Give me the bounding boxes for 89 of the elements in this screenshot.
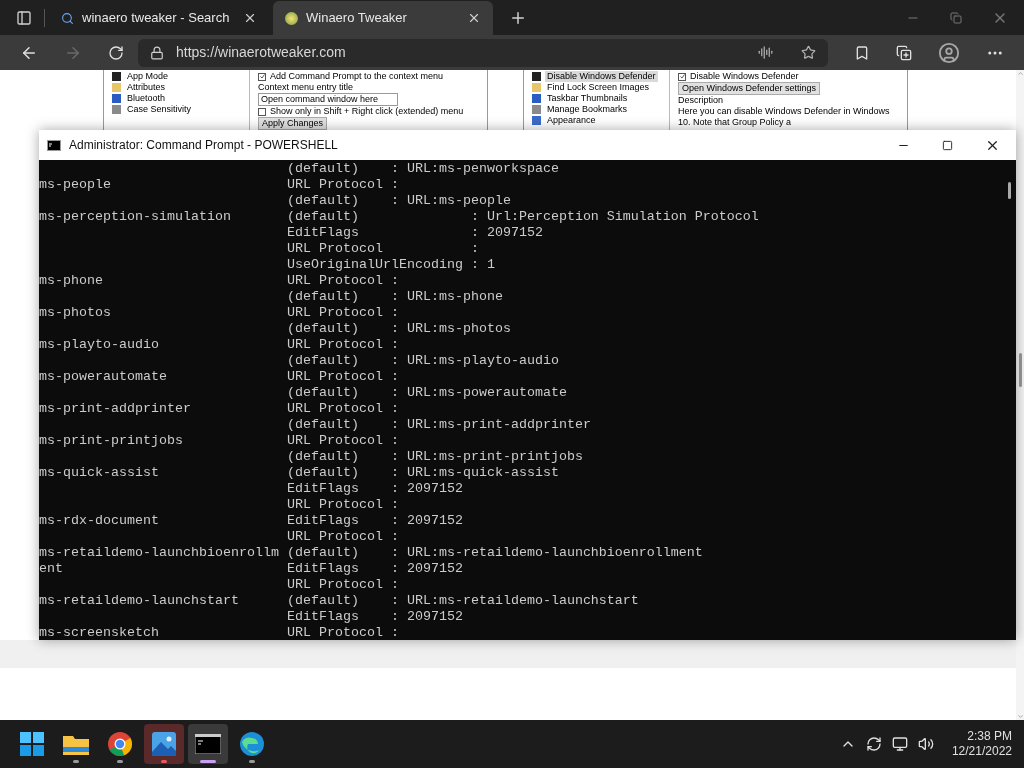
console-line: EditFlags : 2097152 [285, 609, 464, 625]
console-line: ms-perception-simulation (default) : Url:Perception Simulation Protocol [39, 209, 760, 225]
console-line: (default) : URL:ms-print-printjobs [285, 449, 584, 465]
refresh-icon[interactable] [108, 44, 124, 61]
console-line: EditFlags : 2097152 [285, 481, 464, 497]
folder-icon [63, 733, 89, 755]
console-line: ms-retaildemo-launchstart (default) : URL:ms-retaildemo-launchstart [39, 593, 640, 609]
tree-item[interactable]: Find Lock Screen Images [545, 82, 652, 93]
console-line: EditFlags : 2097152 [285, 225, 544, 241]
option-button[interactable]: Apply Changes [258, 117, 328, 130]
tab-title: winaero tweaker - Search [82, 9, 231, 28]
volume-icon[interactable] [917, 736, 934, 752]
network-icon[interactable] [891, 736, 908, 752]
add-favorite-icon[interactable] [801, 45, 816, 60]
close-tab-icon[interactable] [467, 11, 481, 25]
scrollbar-thumb[interactable] [1018, 353, 1022, 387]
tree-item[interactable]: Attributes [125, 82, 168, 93]
input-field[interactable]: Open command window here [258, 93, 398, 106]
window-title: Administrator: Command Prompt - POWERSHELL [69, 137, 339, 154]
new-tab-icon[interactable] [509, 9, 527, 27]
console-line: URL Protocol : [285, 241, 480, 257]
console-line: (default) : URL:ms-print-addprinter [285, 417, 592, 433]
tree-item[interactable]: Manage Bookmarks [545, 104, 630, 115]
profile-icon[interactable] [938, 41, 960, 64]
browser-tab[interactable]: winaero tweaker - Search [49, 1, 269, 35]
console-line: (default) : URL:ms-powerautomate [285, 385, 568, 401]
tree-item[interactable]: App Mode [125, 71, 171, 82]
tree-item[interactable]: Taskbar Thumbnails [545, 93, 630, 104]
tab-title: Winaero Tweaker [306, 9, 408, 28]
checkbox[interactable] [678, 72, 686, 81]
clock-date: 12/21/2022 [951, 744, 1012, 759]
maximize-icon[interactable] [942, 139, 953, 151]
option-label: Description [678, 95, 725, 106]
close-tab-icon[interactable] [243, 11, 257, 25]
console-line: (default) : URL:ms-phone [285, 289, 504, 305]
console-line: ms-rdx-document EditFlags : 2097152 [39, 513, 464, 529]
taskbar-app-button[interactable] [188, 724, 228, 764]
console-line: ms-print-printjobs URL Protocol : [39, 433, 400, 449]
checkbox-label: Disable Windows Defender [690, 71, 799, 82]
photos-icon [152, 732, 176, 756]
console-line: ms-powerautomate URL Protocol : [39, 369, 400, 385]
browser-tab[interactable]: Winaero Tweaker [273, 1, 493, 35]
favorites-icon[interactable] [854, 44, 870, 61]
clock[interactable]: 2:38 PM 12/21/2022 [951, 729, 1012, 759]
option-label: Context menu entry title [258, 82, 355, 93]
address-bar[interactable]: https://winaerotweaker.com [138, 38, 828, 67]
console-line: ms-screensketch URL Protocol : [39, 625, 400, 640]
console-line: (default) : URL:ms-people [285, 193, 512, 209]
console-line: (default) : URL:ms-photos [285, 321, 512, 337]
console-line: ms-print-addprinter URL Protocol : [39, 401, 400, 417]
description-text: Here you can disable Windows Defender in Windows 10. Note that Group Policy a [678, 106, 891, 128]
clock-time: 2:38 PM [967, 729, 1012, 744]
console-line: ms-photos URL Protocol : [39, 305, 400, 321]
console-line: ms-retaildemo-launchbioenrollm (default) : URL:ms-retaildemo-launchbioenrollment [39, 545, 704, 561]
option-button[interactable]: Open Windows Defender settings [678, 82, 821, 95]
console-line: ms-playto-audio URL Protocol : [39, 337, 400, 353]
collections-icon[interactable] [896, 44, 912, 61]
edge-icon [240, 732, 264, 756]
console-line: (default) : URL:ms-playto-audio [285, 353, 560, 369]
console-line: ent EditFlags : 2097152 [39, 561, 464, 577]
chrome-icon [108, 732, 132, 756]
console-app-icon [47, 139, 61, 151]
console-line: UseOriginalUrlEncoding : 1 [285, 257, 496, 273]
tree-item[interactable]: Disable Windows Defender [545, 71, 658, 82]
tree-item[interactable]: Case Sensitivity [125, 104, 194, 115]
console-line: (default) : URL:ms-penworkspace [285, 161, 560, 177]
checkbox[interactable] [258, 72, 266, 81]
console-line: ms-phone URL Protocol : [39, 273, 400, 289]
search-icon [61, 11, 74, 25]
site-favicon-icon [285, 11, 298, 25]
terminal-icon [195, 734, 221, 754]
sync-icon[interactable] [865, 736, 882, 752]
tab-actions-icon[interactable] [16, 10, 32, 26]
tree-item[interactable]: Bluetooth [125, 93, 168, 104]
console-line: URL Protocol : [285, 497, 400, 513]
checkbox-label: Add Command Prompt to the context menu [270, 71, 444, 82]
restore-icon[interactable] [950, 12, 962, 24]
console-line: URL Protocol : [285, 577, 400, 593]
console-line: URL Protocol : [285, 529, 400, 545]
console-line: ms-people URL Protocol : [39, 177, 400, 193]
tree-item[interactable]: Appearance [545, 115, 598, 126]
checkbox-label: Show only in Shift + Right click (extended) menu [270, 106, 464, 117]
console-line: ms-quick-assist (default) : URL:ms-quick-assist [39, 465, 560, 481]
start-icon [20, 732, 44, 756]
page-scrollbar[interactable] [1016, 70, 1024, 720]
scrollbar-thumb[interactable] [1007, 182, 1011, 199]
checkbox[interactable] [258, 107, 266, 116]
lock-icon [150, 45, 164, 60]
address-text: https://winaerotweaker.com [176, 43, 347, 62]
